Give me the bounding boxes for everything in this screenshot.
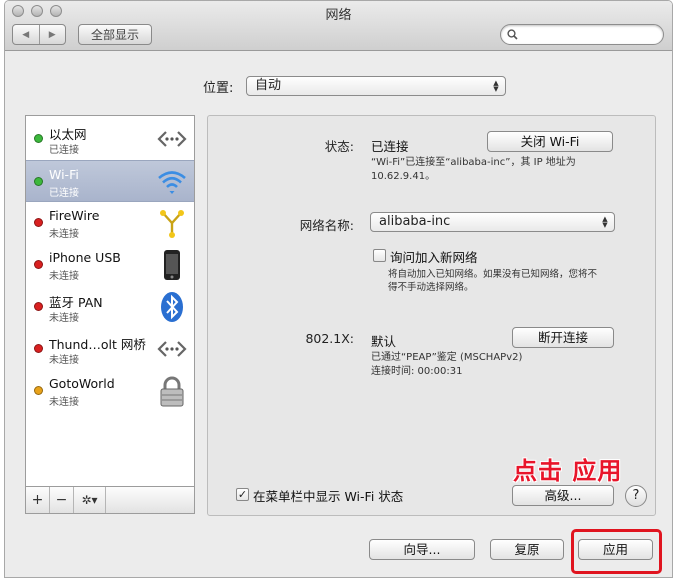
search-icon <box>507 29 518 40</box>
service-status: 未连接 <box>49 229 79 240</box>
service-name: GotoWorld <box>49 376 115 391</box>
status-dot <box>34 302 43 311</box>
service-status: 未连接 <box>49 397 79 408</box>
service-item-thunderbolt-bridge[interactable]: Thund…olt 网桥 未连接 <box>26 328 194 370</box>
status-note-line: “Wi-Fi”已连接至“alibaba-inc”，其 IP 地址为 <box>371 157 576 168</box>
show-wifi-status-label: 在菜单栏中显示 Wi-Fi 状态 <box>253 489 404 504</box>
status-note: “Wi-Fi”已连接至“alibaba-inc”，其 IP 地址为 10.62.… <box>371 156 576 184</box>
service-item-iphone-usb[interactable]: iPhone USB 未连接 <box>26 244 194 286</box>
status-value: 已连接 <box>371 139 409 154</box>
search-input[interactable] <box>523 27 657 42</box>
gear-menu-button[interactable]: ✲▾ <box>74 487 106 513</box>
annotation-text: 点击 应用 <box>513 457 623 485</box>
auth-note-line: 已通过“PEAP”鉴定 (MSCHAPv2) <box>371 352 523 363</box>
ethernet-icon <box>157 131 187 147</box>
wifi-icon <box>158 171 186 194</box>
network-preferences-window: 网络 ◀ ▶ 全部显示 位置: 自动 ▲ ▼ 以太网 已连接 Wi-Fi 已连接… <box>4 0 673 578</box>
service-name: FireWire <box>49 208 100 223</box>
apply-highlight-box <box>571 529 662 574</box>
lock-icon <box>160 376 184 407</box>
auth-label: 802.1X: <box>305 331 354 346</box>
network-name-select[interactable]: alibaba-inc ▲ ▼ <box>370 212 615 232</box>
window-title: 网络 <box>325 8 352 23</box>
show-all-button[interactable]: 全部显示 <box>78 24 152 45</box>
network-name-value: alibaba-inc <box>379 214 451 229</box>
turn-off-wifi-button[interactable]: 关闭 Wi-Fi <box>487 131 613 152</box>
service-item-bluetooth-pan[interactable]: 蓝牙 PAN 未连接 <box>26 286 194 328</box>
remove-service-button[interactable]: − <box>50 487 74 513</box>
service-list-toolbar: + − ✲▾ <box>25 487 195 514</box>
iphone-icon <box>164 250 180 280</box>
search-field[interactable] <box>500 24 664 45</box>
location-label: 位置: <box>203 81 234 96</box>
service-status: 未连接 <box>49 355 79 366</box>
network-name-label: 网络名称: <box>299 218 354 233</box>
ask-join-label: 询问加入新网络 <box>390 250 478 265</box>
add-service-button[interactable]: + <box>26 487 50 513</box>
revert-button[interactable]: 复原 <box>490 539 564 560</box>
assist-me-button[interactable]: 向导... <box>369 539 475 560</box>
status-dot <box>34 177 43 186</box>
titlebar: 网络 ◀ ▶ 全部显示 <box>5 1 672 51</box>
popup-arrows-icon: ▲ ▼ <box>493 79 499 93</box>
service-name: iPhone USB <box>49 250 121 265</box>
status-dot <box>34 386 43 395</box>
status-dot <box>34 134 43 143</box>
status-dot <box>34 260 43 269</box>
service-list: 以太网 已连接 Wi-Fi 已连接 FireWire 未连接 iPhone US… <box>25 115 195 487</box>
back-forward-control: ◀ ▶ <box>12 24 66 45</box>
disconnect-button[interactable]: 断开连接 <box>512 327 614 348</box>
status-dot <box>34 344 43 353</box>
service-status: 已连接 <box>49 188 79 199</box>
help-button[interactable]: ? <box>625 485 647 507</box>
thunderbolt-bridge-icon <box>157 341 187 357</box>
advanced-button[interactable]: 高级... <box>512 485 614 506</box>
ask-join-note-line: 将自动加入已知网络。如果没有已知网络，您将不 <box>388 269 598 280</box>
popup-arrows-icon: ▲ ▼ <box>602 215 608 229</box>
service-status: 未连接 <box>49 313 79 324</box>
service-item-wifi[interactable]: Wi-Fi 已连接 <box>26 160 194 202</box>
status-note-line: 10.62.9.41。 <box>371 171 436 182</box>
location-value: 自动 <box>255 78 282 93</box>
forward-button[interactable]: ▶ <box>38 25 66 44</box>
ask-join-note-line: 得不手动选择网络。 <box>388 282 474 293</box>
ask-join-note: 将自动加入已知网络。如果没有已知网络，您将不 得不手动选择网络。 <box>388 268 597 294</box>
service-status: 已连接 <box>49 145 79 156</box>
back-button[interactable]: ◀ <box>13 25 39 44</box>
bluetooth-icon <box>161 292 183 322</box>
auth-value: 默认 <box>371 334 397 349</box>
service-status: 未连接 <box>49 271 79 282</box>
status-dot <box>34 218 43 227</box>
firewire-icon <box>160 210 184 238</box>
status-label: 状态: <box>324 139 354 154</box>
service-item-ethernet[interactable]: 以太网 已连接 <box>26 118 194 160</box>
ask-join-checkbox[interactable] <box>373 249 386 262</box>
auth-note: 已通过“PEAP”鉴定 (MSCHAPv2) 连接时间: 00:00:31 <box>371 351 522 379</box>
service-item-firewire[interactable]: FireWire 未连接 <box>26 202 194 244</box>
location-select[interactable]: 自动 ▲ ▼ <box>246 76 506 96</box>
service-name: Wi-Fi <box>49 167 79 182</box>
show-wifi-status-checkbox[interactable]: ✓ <box>236 488 249 501</box>
service-item-gotoworld[interactable]: GotoWorld 未连接 <box>26 370 194 412</box>
auth-note-line: 连接时间: 00:00:31 <box>371 366 463 377</box>
